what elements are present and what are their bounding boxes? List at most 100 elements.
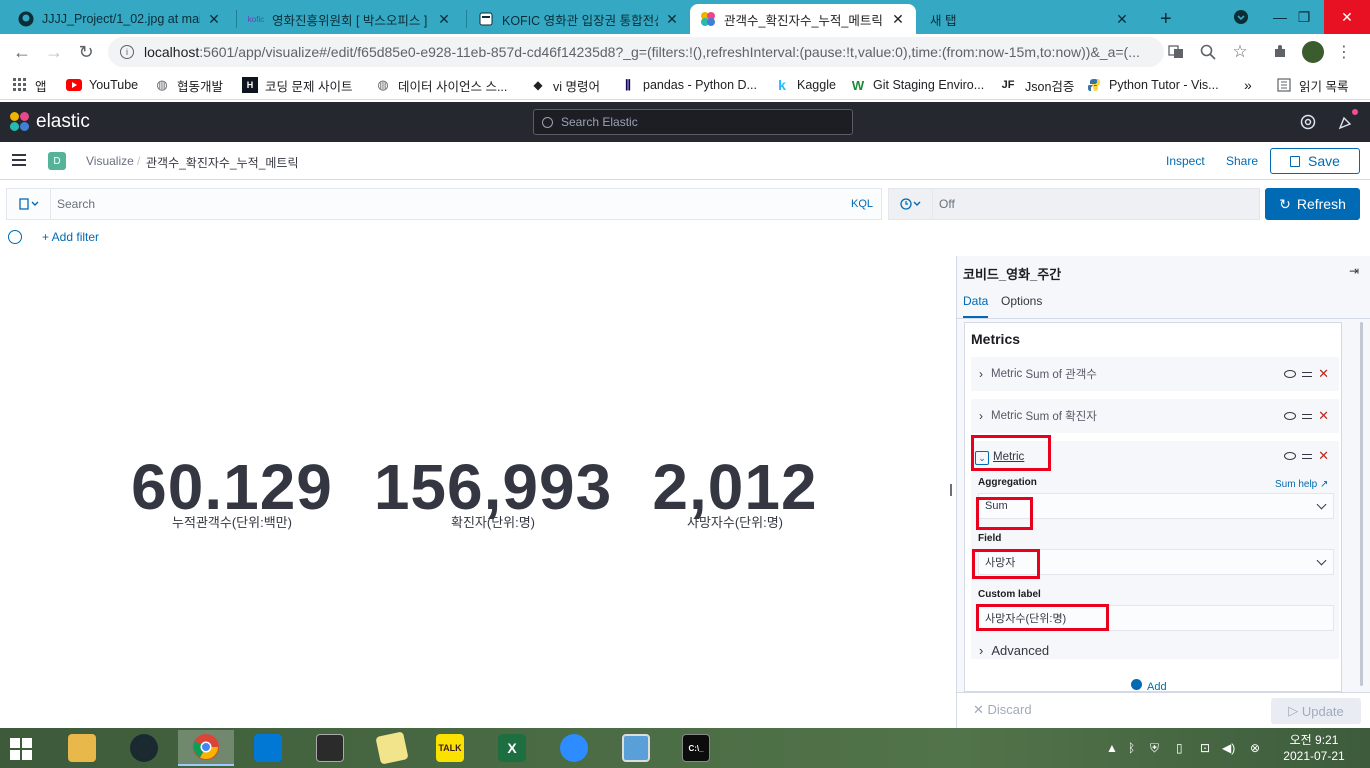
- bookmark-kaggle[interactable]: k Kaggle: [774, 75, 836, 95]
- metrics-section-title: Metrics: [971, 331, 1021, 347]
- agg-row-sum-confirmed[interactable]: › Metric Sum of 확진자 ✕: [971, 399, 1339, 433]
- file-explorer-icon[interactable]: [54, 730, 110, 766]
- close-tab-icon[interactable]: ✕: [664, 11, 680, 28]
- zoom-icon[interactable]: [1198, 42, 1218, 62]
- refresh-button[interactable]: ↻ Refresh: [1265, 188, 1360, 220]
- add-button[interactable]: Add: [1131, 679, 1167, 691]
- volume-icon[interactable]: ◀): [1222, 741, 1235, 755]
- inspect-link[interactable]: Inspect: [1166, 154, 1205, 168]
- battery-icon[interactable]: ▯: [1176, 741, 1183, 755]
- elastic-search-input[interactable]: Search Elastic: [533, 109, 853, 135]
- bookmark-coding-problems[interactable]: H 코딩 문제 사이트: [242, 75, 352, 95]
- space-avatar[interactable]: D: [48, 152, 66, 170]
- zoom-icon[interactable]: [546, 730, 602, 766]
- discard-button[interactable]: ✕ Discard: [973, 702, 1032, 718]
- time-picker[interactable]: Off: [888, 188, 1260, 220]
- site-info-icon[interactable]: i: [120, 45, 134, 59]
- bookmark-vi-commands[interactable]: ◆ vi 명령어: [530, 75, 600, 95]
- remove-icon[interactable]: ✕: [1318, 367, 1329, 380]
- translate-icon[interactable]: [1166, 42, 1186, 62]
- restore-icon[interactable]: ❐: [1286, 0, 1322, 34]
- bookmark-json-validator[interactable]: JF Json검증: [998, 75, 1075, 95]
- remove-icon[interactable]: ✕: [1318, 449, 1329, 462]
- chrome-menu-icon[interactable]: ⋮: [1334, 42, 1354, 62]
- eye-icon[interactable]: [1284, 412, 1297, 420]
- app-icon[interactable]: [116, 730, 172, 766]
- network-icon[interactable]: ⊡: [1200, 741, 1210, 755]
- taskbar-clock[interactable]: 오전 9:21 2021-07-21: [1278, 732, 1350, 764]
- collapse-sidebar-icon[interactable]: ⇥: [1349, 264, 1359, 278]
- bookmarks-overflow[interactable]: »: [1244, 75, 1252, 95]
- chrome-icon[interactable]: [178, 730, 234, 766]
- tab-options[interactable]: Options: [1001, 294, 1042, 318]
- close-tab-icon[interactable]: ✕: [1114, 11, 1130, 28]
- drag-handle-icon[interactable]: [1302, 371, 1313, 377]
- extensions-icon[interactable]: [1270, 42, 1290, 62]
- tray-overflow-icon[interactable]: ▲: [1106, 741, 1118, 755]
- profile-avatar[interactable]: [1302, 41, 1324, 63]
- windows-start-icon[interactable]: [10, 738, 32, 760]
- chevron-right-icon[interactable]: ›: [971, 367, 991, 381]
- kql-toggle[interactable]: KQL: [851, 198, 881, 210]
- eye-icon[interactable]: [1284, 370, 1297, 378]
- newsfeed-icon[interactable]: [1338, 114, 1354, 130]
- advanced-toggle[interactable]: › Advanced: [979, 643, 1049, 658]
- bookmark-collab[interactable]: ◍ 협동개발: [154, 75, 223, 95]
- share-link[interactable]: Share: [1226, 154, 1258, 168]
- browser-tab-kofic-boxoffice[interactable]: kofic 영화진흥위원회 [ 박스오피스 ] ✕: [238, 4, 462, 34]
- bookmark-pandas[interactable]: ⫼ pandas - Python D...: [620, 75, 757, 95]
- sum-help-link[interactable]: Sum help ↗: [1275, 479, 1328, 490]
- notification-clear-icon[interactable]: ⊗: [1250, 741, 1260, 755]
- save-button[interactable]: Save: [1270, 148, 1360, 174]
- saved-query-menu[interactable]: [7, 189, 51, 219]
- vscode-icon[interactable]: [240, 730, 296, 766]
- bookmark-python-tutor[interactable]: Python Tutor - Vis...: [1086, 75, 1219, 95]
- update-button[interactable]: ▷ Update: [1271, 698, 1361, 724]
- browser-tab-new[interactable]: 새 탭 ✕: [918, 4, 1140, 34]
- panel-scrollbar[interactable]: [1360, 322, 1363, 686]
- bookmark-git-staging[interactable]: W Git Staging Enviro...: [850, 75, 984, 95]
- menu-hamburger-icon[interactable]: [12, 154, 26, 166]
- remove-icon[interactable]: ✕: [1318, 409, 1329, 422]
- filter-options-icon[interactable]: [8, 230, 22, 244]
- back-arrow-icon[interactable]: ←: [10, 40, 34, 64]
- add-filter-link[interactable]: + Add filter: [42, 230, 99, 244]
- clock-icon[interactable]: [889, 189, 933, 219]
- drag-handle-icon[interactable]: [1302, 413, 1313, 419]
- browser-tab-github[interactable]: JJJJ_Project/1_02.jpg at main ✕: [8, 4, 232, 34]
- bookmark-reading-list[interactable]: 읽기 목록: [1276, 75, 1348, 95]
- cmd-icon[interactable]: C:\_: [668, 730, 724, 766]
- security-icon[interactable]: ⛨: [1150, 741, 1159, 756]
- close-window-icon[interactable]: ✕: [1324, 0, 1370, 34]
- close-tab-icon[interactable]: ✕: [206, 11, 222, 28]
- bluetooth-icon[interactable]: ᛒ: [1128, 741, 1135, 755]
- agg-row-sum-audience[interactable]: › Metric Sum of 관객수 ✕: [971, 357, 1339, 391]
- panel-resize-handle[interactable]: [950, 484, 952, 496]
- kakaotalk-icon[interactable]: TALK: [422, 730, 478, 766]
- elastic-logo[interactable]: elastic: [10, 111, 90, 133]
- close-tab-icon[interactable]: ✕: [436, 11, 452, 28]
- drag-handle-icon[interactable]: [1302, 453, 1313, 459]
- chevron-right-icon[interactable]: ›: [971, 409, 991, 423]
- new-tab-button[interactable]: +: [1150, 4, 1180, 34]
- notes-icon[interactable]: [364, 730, 420, 766]
- eye-icon[interactable]: [1284, 452, 1297, 460]
- forward-arrow-icon[interactable]: →: [42, 40, 66, 64]
- help-icon[interactable]: [1300, 114, 1316, 130]
- address-bar[interactable]: i localhost:5601/app/visualize#/edit/f65…: [108, 37, 1164, 67]
- reload-icon[interactable]: ↻: [74, 40, 98, 64]
- bookmark-apps[interactable]: 앱: [12, 75, 47, 95]
- breadcrumb-visualize[interactable]: Visualize: [86, 154, 134, 168]
- bookmark-youtube[interactable]: YouTube: [66, 75, 138, 95]
- excel-icon[interactable]: X: [484, 730, 540, 766]
- close-tab-icon[interactable]: ✕: [890, 11, 906, 28]
- browser-tab-kofic-ticket[interactable]: KOFIC 영화관 입장권 통합전산 ✕: [468, 4, 690, 34]
- bookmark-data-science[interactable]: ◍ 데이터 사이언스 스...: [375, 75, 507, 95]
- browser-tab-active-visualization[interactable]: 관객수_확진자수_누적_메트릭 ✕: [690, 4, 916, 34]
- query-input[interactable]: Search: [51, 197, 851, 211]
- bookmark-star-icon[interactable]: ☆: [1230, 42, 1250, 62]
- terminal-icon[interactable]: [302, 730, 358, 766]
- tab-search-icon[interactable]: [1218, 0, 1264, 34]
- photos-icon[interactable]: [608, 730, 664, 766]
- tab-data[interactable]: Data: [963, 294, 989, 318]
